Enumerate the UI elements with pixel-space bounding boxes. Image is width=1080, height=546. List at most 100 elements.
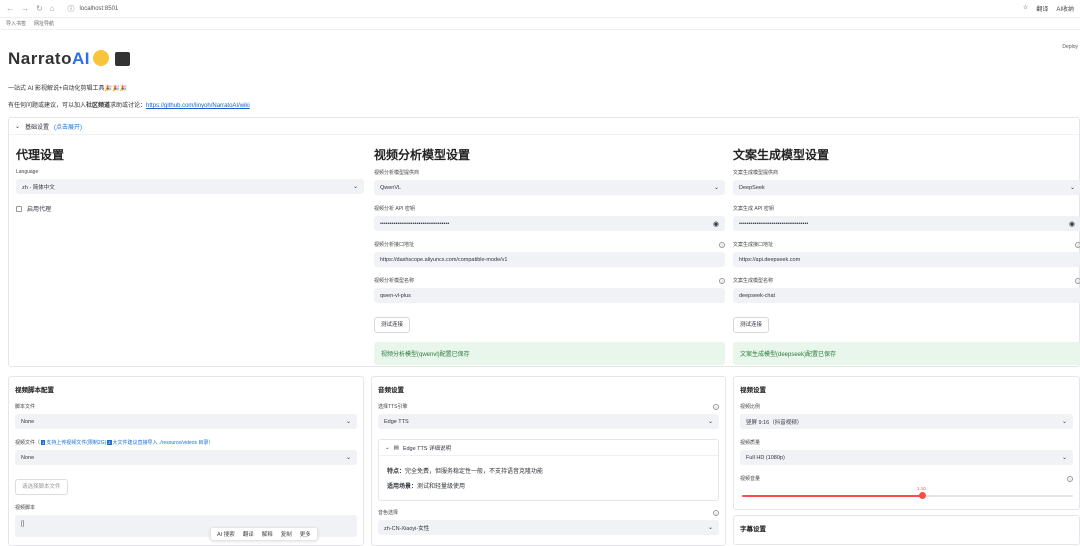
brand-main: Narrato [8,49,72,68]
contact-line: 有任何问题或建议，可以加入社区频道求助或讨论：https://github.co… [8,100,250,109]
ai-collect-button[interactable]: AI收纳 [1056,4,1074,13]
home-icon[interactable]: ⌂ [50,4,55,13]
deploy-button[interactable]: Deploy [1062,44,1078,50]
translate-button[interactable]: 翻译 [1036,4,1048,13]
explain-button[interactable]: 解释 [262,530,273,538]
slider-handle[interactable] [919,492,927,499]
video-script-label: 视频脚本 [15,505,36,511]
help-icon[interactable]: ? [719,241,725,248]
bookmark-nav[interactable]: 网址导航 [34,20,54,27]
eye-icon[interactable]: ◉ [713,220,719,228]
chevron-down-icon: ⌄ [345,455,351,461]
help-icon[interactable]: ? [713,403,719,410]
text-url-label: 文案生成接口地址? [733,241,1080,248]
vision-key-input[interactable]: •••••••••••••••••••••••••••••••••••• ◉ [374,216,725,231]
text-provider-select[interactable]: DeepSeek ⌄ [733,180,1080,195]
basic-settings-title: 基础设置 [25,124,50,131]
app-page: Deploy NarratoAI 一站式 AI 影视解说+自动化剪辑工具🎉🎉🎉 … [0,31,1080,546]
text-column: 文案生成模型设置 文案生成模型提供商 DeepSeek ⌄ 文案生成 API 密钥… [733,146,1080,365]
vision-provider-select[interactable]: QwenVL ⌄ [374,180,725,195]
document-icon: ▤ [393,444,399,451]
slider-value: 1.10 [916,486,926,491]
help-icon[interactable]: ? [1075,277,1080,284]
ratio-select[interactable]: 竖屏 9:16（抖音视频） ⌄ [740,414,1073,429]
script-file-label: 脚本文件 [15,404,36,410]
eye-icon[interactable]: ◉ [1069,220,1075,228]
video-file-label: 视频文件（ 1 支持上传视频文件(限制2G) 2 大文件建议直接导入 ./resourc… [15,440,214,446]
text-saved-alert: 文案生成模型(deepseek)配置已保存 [733,342,1080,365]
proxy-column: 代理设置 Language zh - 简体中文 ⌄ 启用代理 [16,146,364,213]
tts-scene: 适用场景：测试和轻量级使用 [387,484,466,490]
vision-url-input[interactable]: https://dashscope.aliyuncs.com/compatibl… [374,252,725,267]
help-icon[interactable]: ? [713,509,719,516]
voice-select[interactable]: zh-CN-Xiaoyi-女性 ⌄ [378,520,719,535]
text-test-button[interactable]: 测试连接 [733,317,770,333]
site-info-icon[interactable]: ⓘ [68,4,75,14]
chevron-down-icon: ⌄ [15,123,21,130]
choose-script-button[interactable]: 请选择脚本文件 [15,479,68,495]
help-icon[interactable]: ? [719,277,725,284]
text-key-input[interactable]: •••••••••••••••••••••••••••••••••••• ◉ [733,216,1080,231]
app-subtitle: 一站式 AI 影视解说+自动化剪辑工具🎉🎉🎉 [8,86,127,92]
contact-prefix: 有任何问题或建议，可以加入 [8,103,87,109]
language-select[interactable]: zh - 简体中文 ⌄ [16,179,364,194]
translate-button[interactable]: 翻译 [243,530,254,538]
smile-emoji-icon [92,50,109,66]
subtitle-card: 字幕设置 [733,515,1080,545]
text-url-input[interactable]: https://api.deepseek.com [733,252,1080,267]
checkbox-box[interactable] [16,205,22,212]
chevron-down-icon: ⌄ [713,185,719,191]
browser-toolbar: ← → ↻ ⌂ ⓘ localhost:8501 ☆ 翻译 AI收纳 [0,0,1080,18]
chevron-down-icon: ⌄ [352,184,358,190]
chevron-down-icon: ⌄ [1061,419,1067,425]
brand-ai: AI [71,49,90,68]
bookmark-import[interactable]: 导入书签 [6,20,26,27]
quality-select[interactable]: Full HD (1080p) ⌄ [740,450,1073,465]
back-icon[interactable]: ← [6,4,14,13]
more-button[interactable]: 更多 [300,530,311,538]
vision-column: 视频分析模型设置 视频分析模型提供商 QwenVL ⌄ 视频分析 API 密钥 •… [374,146,725,365]
proxy-heading: 代理设置 [16,148,65,162]
vision-test-button[interactable]: 测试连接 [374,317,411,333]
bookmark-bar: 导入书签 网址导航 [0,18,1080,30]
tts-select[interactable]: Edge TTS ⌄ [378,414,719,429]
video-file-select[interactable]: None ⌄ [15,450,357,465]
tts-detail-header[interactable]: ⌄ ▤ Edge TTS 详细说明 [379,440,718,456]
volume-slider[interactable]: 1.10 [740,486,1073,502]
chevron-down-icon: ⌄ [385,444,390,451]
subtitle-card-title: 字幕设置 [740,526,766,533]
vision-model-input[interactable]: qwen-vl-plus [374,288,725,303]
basic-settings-header[interactable]: ⌄ 基础设置 (点击展开) [9,118,1079,135]
help-icon[interactable]: ? [1067,475,1073,482]
reload-icon[interactable]: ↻ [36,4,43,13]
chevron-down-icon: ⌄ [1061,455,1067,461]
video-card: 视频设置 视频比例 竖屏 9:16（抖音视频） ⌄ 视频质量 Full HD (1… [733,376,1080,510]
ai-search-button[interactable]: AI 搜索 [217,530,235,538]
star-icon[interactable]: ☆ [1023,4,1028,13]
vision-saved-alert: 视频分析模型(qwenvl)配置已保存 [374,342,725,365]
contact-mid: 求助或讨论： [110,103,147,109]
address-bar[interactable]: ⓘ localhost:8501 [68,4,928,14]
ratio-label: 视频比例 [740,404,761,410]
wiki-link[interactable]: https://github.com/linyoh/NarratoAI/wiki [146,103,250,109]
tts-feature: 特点：完全免费，但服务稳定性一般，不支持语音克隆功能 [387,469,544,475]
video-card-title: 视频设置 [740,387,766,394]
forward-icon[interactable]: → [21,4,29,13]
basic-settings-hint: (点击展开) [54,124,83,131]
contact-bold: 社区频道 [86,103,111,109]
copy-button[interactable]: 复制 [281,530,292,538]
volume-label: 视频音量? [740,475,1073,482]
chevron-down-icon: ⌄ [707,525,713,531]
tts-detail-body: 特点：完全免费，但服务稳定性一般，不支持语音克隆功能 适用场景：测试和轻量级使用 [379,456,718,500]
language-label: Language [16,169,39,175]
enable-proxy-checkbox[interactable]: 启用代理 [16,204,364,213]
script-file-select[interactable]: None ⌄ [15,414,357,429]
text-heading: 文案生成模型设置 [733,148,830,162]
text-model-input[interactable]: deepseek-chat [733,288,1080,303]
vision-url-label: 视频分析接口地址? [374,241,725,248]
chevron-down-icon: ⌄ [1069,185,1075,191]
browser-tools: ☆ 翻译 AI收纳 [1023,4,1074,13]
script-card-title: 视频脚本配置 [15,387,54,394]
text-provider-label: 文案生成模型提供商 [733,170,779,176]
help-icon[interactable]: ? [1075,241,1080,248]
